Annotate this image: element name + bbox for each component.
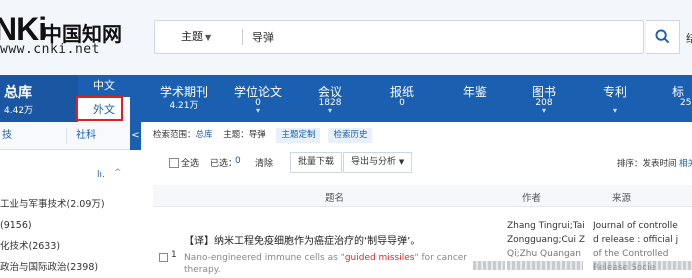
category-item[interactable]: 化技术(2633) bbox=[0, 236, 105, 257]
col-source[interactable]: 来源 bbox=[612, 190, 631, 204]
selected-label: 已选： bbox=[210, 159, 238, 169]
overlay-noise bbox=[507, 261, 583, 270]
total-db-count: 4.42万 bbox=[4, 106, 34, 116]
bar-chart-icon[interactable]: lı. bbox=[97, 170, 105, 180]
author-line: Zhang Tingrui;Tai bbox=[507, 221, 585, 231]
row-authors[interactable]: Zhang Tingrui;Tai Zongguang;Cui Z Qi;Zhu… bbox=[507, 219, 585, 261]
subtab-social-science[interactable]: 社科 bbox=[76, 122, 96, 150]
en-title-keyword: guided missiles bbox=[344, 253, 415, 263]
chevron-down-icon: ▾ bbox=[327, 106, 332, 115]
sidebar: 技 社科 lı. ^ 工业与军事技术(2.09万) (9156) 化技术(263… bbox=[0, 122, 132, 278]
tab-conferences[interactable]: 会议 1828 ▾ bbox=[300, 75, 360, 122]
row-checkbox[interactable] bbox=[159, 253, 168, 262]
search-scope: 检索范围：总库 主题：导弹 主题定制 检索历史 bbox=[153, 128, 373, 143]
en-title-prefix: Nano-engineered immune cells as " bbox=[184, 253, 345, 263]
select-all-label[interactable]: 全选 bbox=[181, 156, 199, 169]
export-analyze-label: 导出与分析 bbox=[351, 157, 397, 167]
tab-patents[interactable]: 专利 ▾ bbox=[585, 75, 645, 122]
header: NKi 中国知网 www.cnki.net 主题▼ 结 bbox=[0, 0, 692, 75]
category-item[interactable]: 政治与国际政治(2398) bbox=[0, 257, 105, 278]
row-number: 1 bbox=[171, 250, 177, 260]
category-item[interactable]: 工业与军事技术(2.09万) bbox=[0, 194, 105, 215]
chevron-down-icon: ▾ bbox=[541, 106, 546, 115]
batch-download-button[interactable]: 批量下载 bbox=[290, 152, 343, 173]
author-line: Qi;Zhu Quangan bbox=[507, 249, 581, 259]
clear-button[interactable]: 清除 bbox=[255, 156, 273, 169]
search-history-button[interactable]: 检索历史 bbox=[328, 128, 373, 143]
row-english-title-line2: therapy. bbox=[184, 265, 221, 275]
select-all-checkbox[interactable] bbox=[169, 158, 179, 168]
chevron-down-icon: ▾ bbox=[255, 106, 260, 115]
selected-count: 0 bbox=[235, 156, 241, 166]
category-list: 工业与军事技术(2.09万) (9156) 化技术(2633) 政治与国际政治(… bbox=[0, 194, 105, 278]
overlay-noise bbox=[593, 261, 692, 270]
search-type-label: 主题 bbox=[181, 30, 203, 43]
subtab-tech[interactable]: 技 bbox=[2, 122, 12, 150]
sort-label[interactable]: 排序：发表时间 bbox=[617, 157, 677, 169]
chevron-down-icon: ▾ bbox=[612, 106, 617, 115]
table-row[interactable]: 1 【译】纳米工程免疫细胞作为癌症治疗的‘制导导弹’。 Nano-enginee… bbox=[153, 210, 692, 278]
row-title-link[interactable]: 【译】纳米工程免疫细胞作为癌症治疗的‘制导导弹’。 bbox=[184, 232, 420, 247]
en-title-suffix: " for cancer bbox=[414, 253, 468, 263]
subject-custom-button[interactable]: 主题定制 bbox=[276, 128, 321, 143]
sort-relevance[interactable]: 相关度 bbox=[679, 157, 692, 169]
category-item[interactable]: (9156) bbox=[0, 215, 105, 236]
tab-patents-label: 专利 bbox=[602, 85, 627, 99]
col-author[interactable]: 作者 bbox=[522, 190, 541, 204]
chevron-down-icon: ▼ bbox=[398, 158, 405, 166]
col-title[interactable]: 题名 bbox=[325, 190, 344, 204]
tab-newspapers-count: 0 bbox=[399, 98, 405, 108]
overlay-noise bbox=[473, 261, 505, 270]
row-english-title: Nano-engineered immune cells as "guided … bbox=[184, 251, 480, 265]
tab-yearbooks-label: 年鉴 bbox=[462, 85, 487, 99]
tab-standards-count: 25 bbox=[680, 98, 692, 108]
subtab-divider bbox=[66, 128, 67, 144]
tab-newspapers[interactable]: 报纸 0 bbox=[372, 75, 432, 122]
tab-chinese[interactable]: 中文 bbox=[78, 75, 130, 97]
search-button[interactable] bbox=[646, 20, 680, 54]
tab-total-db[interactable]: 总库 4.42万 bbox=[0, 75, 78, 122]
tab-standards[interactable]: 标 25 bbox=[672, 75, 692, 122]
scope-subject: 主题：导弹 bbox=[223, 130, 266, 140]
tab-yearbooks[interactable]: 年鉴 bbox=[445, 75, 505, 122]
logo-url-text: www.cnki.net bbox=[0, 42, 100, 57]
source-line: Journal of controlle bbox=[593, 221, 678, 231]
sidebar-collapse-button[interactable]: < bbox=[130, 122, 141, 150]
search-input[interactable] bbox=[252, 25, 632, 49]
search-box: 主题 ▼ bbox=[154, 20, 644, 54]
search-divider bbox=[242, 29, 243, 45]
export-analyze-button[interactable]: 导出与分析 ▼ bbox=[343, 152, 413, 173]
total-db-name: 总库 bbox=[4, 85, 32, 101]
result-search-link[interactable]: 结 bbox=[686, 30, 692, 46]
cnki-page: { "logo": { "main_text": "NKi", "chinese… bbox=[0, 0, 692, 278]
main-results: 检索范围：总库 主题：导弹 主题定制 检索历史 全选 已选： 0 清除 批量下载 … bbox=[141, 122, 692, 278]
chevron-up-icon[interactable]: ^ bbox=[114, 168, 122, 178]
results-table-header: 题名 作者 来源 发 bbox=[153, 185, 692, 207]
highlight-box bbox=[76, 96, 123, 121]
tab-dissertations[interactable]: 学位论文 0 ▾ bbox=[222, 75, 294, 122]
source-line: d release : official j bbox=[593, 235, 679, 245]
tab-books[interactable]: 图书 208 ▾ bbox=[514, 75, 574, 122]
author-line: Zongguang;Cui Z bbox=[507, 235, 585, 245]
scope-label: 检索范围： bbox=[153, 130, 196, 140]
tab-journals[interactable]: 学术期刊 4.21万 bbox=[148, 75, 220, 122]
chevron-down-icon: ▼ bbox=[205, 33, 212, 42]
search-icon bbox=[655, 29, 670, 44]
search-type-select[interactable]: 主题 ▼ bbox=[181, 21, 211, 53]
scope-db[interactable]: 总库 bbox=[196, 130, 213, 140]
sidebar-subtabs: 技 社科 bbox=[0, 122, 132, 150]
tab-journals-count: 4.21万 bbox=[169, 101, 199, 111]
logo-main-text: NKi bbox=[0, 11, 47, 47]
results-toolbar: 全选 已选： 0 清除 批量下载 导出与分析 ▼ 排序：发表时间 相关度 bbox=[153, 150, 692, 176]
